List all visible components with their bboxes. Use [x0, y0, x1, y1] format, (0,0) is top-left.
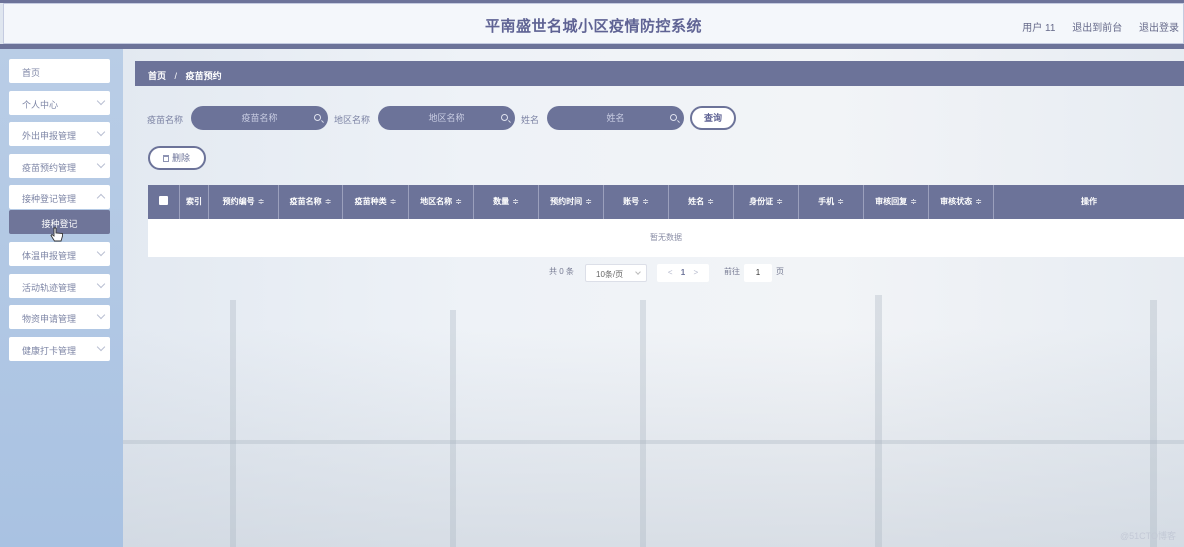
chevron-down-icon — [635, 269, 641, 275]
appointments-table: 索引 预约编号 ≑ 疫苗名称 ≑ 疫苗种类 ≑ 地区名称 ≑ 数量 ≑ 预约时间 ≑ 账号 ≑… — [148, 185, 1184, 257]
vaccine-name-label: 疫苗名称 — [147, 115, 184, 125]
chevron-down-icon — [96, 159, 106, 169]
search-icon — [670, 114, 677, 121]
sidebar-item-outing-report[interactable]: 外出申报管理 — [9, 122, 110, 146]
hand-cursor-icon — [50, 227, 63, 242]
sidebar-item-personal-center[interactable]: 个人中心 — [9, 91, 110, 115]
sort-icon[interactable]: ≑ — [975, 197, 982, 206]
sidebar-item-label: 体温申报管理 — [22, 251, 77, 261]
sort-icon[interactable]: ≑ — [390, 197, 397, 206]
column-header-id-card[interactable]: 身份证 ≑ — [734, 185, 799, 219]
person-name-placeholder: 姓名 — [606, 113, 625, 123]
sidebar-item-label: 外出申报管理 — [22, 131, 77, 141]
vaccine-name-input[interactable]: 疫苗名称 — [191, 106, 328, 130]
sort-icon[interactable]: ≑ — [585, 197, 592, 206]
sort-icon[interactable]: ≑ — [837, 197, 844, 206]
chevron-up-icon — [96, 193, 106, 203]
sidebar-item-activity-track[interactable]: 活动轨迹管理 — [9, 274, 110, 298]
sort-icon[interactable]: ≑ — [910, 197, 917, 206]
query-button[interactable]: 查询 — [690, 106, 736, 130]
header-links: 用户 11 退出到前台 退出登录 — [1008, 19, 1179, 34]
page-size-select[interactable]: 10条/页 — [585, 264, 647, 282]
sidebar-item-label: 个人中心 — [22, 100, 59, 110]
region-name-input[interactable]: 地区名称 — [378, 106, 515, 130]
sidebar-item-label: 接种登记管理 — [22, 194, 77, 204]
current-page-number[interactable]: 1 — [681, 268, 685, 277]
sort-icon[interactable]: ≑ — [707, 197, 714, 206]
prev-page-button[interactable]: < — [668, 268, 673, 277]
watermark: @51CTO博客 — [1120, 531, 1176, 541]
search-icon — [314, 114, 321, 121]
trash-icon — [163, 155, 169, 162]
column-header-phone[interactable]: 手机 ≑ — [799, 185, 864, 219]
pagination-total: 共 0 条 — [549, 267, 574, 276]
sidebar-item-label: 健康打卡管理 — [22, 346, 77, 356]
select-all-cell — [148, 185, 180, 219]
sidebar-item-vaccine-appointment[interactable]: 疫苗预约管理 — [9, 154, 110, 178]
chevron-down-icon — [96, 279, 106, 289]
column-header-vaccine-name[interactable]: 疫苗名称 ≑ — [279, 185, 343, 219]
sidebar-item-label: 首页 — [22, 68, 41, 78]
delete-label: 删除 — [172, 153, 191, 163]
sidebar: 首页 个人中心 外出申报管理 疫苗预约管理 接种登记管理 接种登记 体温申报管理… — [0, 49, 123, 547]
chevron-down-icon — [96, 127, 106, 137]
chevron-down-icon — [96, 96, 106, 106]
column-header-region-name[interactable]: 地区名称 ≑ — [409, 185, 474, 219]
sidebar-item-vaccination-registration[interactable]: 接种登记管理 — [9, 185, 110, 209]
select-all-checkbox[interactable] — [159, 196, 168, 205]
breadcrumb: 首页 / 疫苗预约 — [135, 61, 1184, 86]
back-to-front-link[interactable]: 退出到前台 — [1072, 23, 1122, 34]
breadcrumb-current: 疫苗预约 — [185, 71, 222, 81]
header-divider — [0, 44, 1184, 49]
empty-text: 暂无数据 — [650, 233, 682, 242]
chevron-down-icon — [96, 342, 106, 352]
chevron-down-icon — [96, 310, 106, 320]
region-name-placeholder: 地区名称 — [428, 113, 465, 123]
column-header-appointment-time[interactable]: 预约时间 ≑ — [539, 185, 604, 219]
person-name-input[interactable]: 姓名 — [547, 106, 684, 130]
column-header-vaccine-type[interactable]: 疫苗种类 ≑ — [343, 185, 409, 219]
goto-page-input[interactable]: 1 — [744, 264, 772, 282]
app-header: 平南盛世名城小区疫情防控系统 用户 11 退出到前台 退出登录 — [3, 3, 1184, 44]
sort-icon[interactable]: ≑ — [642, 197, 649, 206]
column-header-review-status[interactable]: 审核状态 ≑ — [929, 185, 994, 219]
column-header-appointment-no[interactable]: 预约编号 ≑ — [209, 185, 279, 219]
breadcrumb-separator: / — [174, 71, 178, 81]
sidebar-item-label: 活动轨迹管理 — [22, 283, 77, 293]
table-empty-row: 暂无数据 — [148, 219, 1184, 257]
sidebar-item-label: 疫苗预约管理 — [22, 163, 77, 173]
app-title: 平南盛世名城小区疫情防控系统 — [484, 18, 702, 35]
goto-label: 前往 — [724, 267, 740, 276]
column-header-index: 索引 — [180, 185, 209, 219]
table-header: 索引 预约编号 ≑ 疫苗名称 ≑ 疫苗种类 ≑ 地区名称 ≑ 数量 ≑ 预约时间 ≑ 账号 ≑… — [148, 185, 1184, 219]
sort-icon[interactable]: ≑ — [512, 197, 519, 206]
sidebar-item-home[interactable]: 首页 — [9, 59, 110, 83]
sidebar-item-health-checkin[interactable]: 健康打卡管理 — [9, 337, 110, 361]
pager: < 1 > — [657, 264, 709, 282]
page-unit-label: 页 — [776, 267, 784, 276]
region-name-label: 地区名称 — [334, 115, 371, 125]
page-size-value: 10条/页 — [596, 270, 624, 279]
sort-icon[interactable]: ≑ — [325, 197, 332, 206]
chevron-down-icon — [96, 247, 106, 257]
column-header-review-reply[interactable]: 审核回复 ≑ — [864, 185, 929, 219]
sort-icon[interactable]: ≑ — [258, 197, 265, 206]
next-page-button[interactable]: > — [693, 268, 698, 277]
search-icon — [501, 114, 508, 121]
sort-icon[interactable]: ≑ — [776, 197, 783, 206]
vaccine-name-placeholder: 疫苗名称 — [241, 113, 278, 123]
column-header-quantity[interactable]: 数量 ≑ — [474, 185, 539, 219]
sidebar-item-temperature-report[interactable]: 体温申报管理 — [9, 242, 110, 266]
person-name-label: 姓名 — [521, 115, 540, 125]
sort-icon[interactable]: ≑ — [455, 197, 462, 206]
sidebar-item-label: 物资申请管理 — [22, 314, 77, 324]
breadcrumb-home[interactable]: 首页 — [148, 71, 166, 81]
user-label: 用户 11 — [1022, 23, 1056, 34]
logout-link[interactable]: 退出登录 — [1139, 23, 1179, 34]
column-header-name[interactable]: 姓名 ≑ — [669, 185, 734, 219]
delete-button[interactable]: 删除 — [148, 146, 206, 170]
column-header-actions: 操作 — [1081, 197, 1097, 206]
column-header-account[interactable]: 账号 ≑ — [604, 185, 669, 219]
sidebar-item-supply-request[interactable]: 物资申请管理 — [9, 305, 110, 329]
